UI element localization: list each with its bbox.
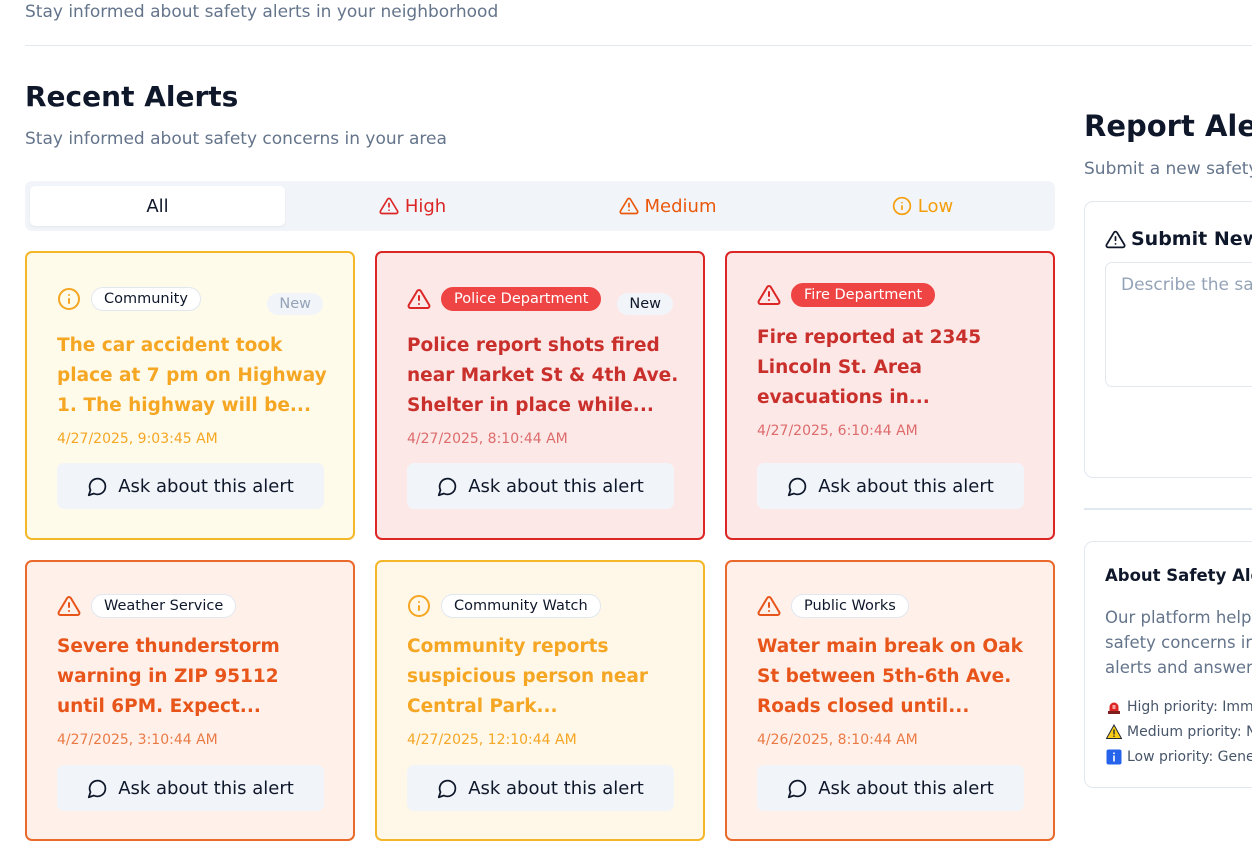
priority-legend-label: High priority: Imme <box>1127 698 1252 715</box>
alert-card: Weather Service Severe thunderstorm warn… <box>25 560 355 841</box>
alert-description-placeholder: Describe the safe <box>1121 275 1252 295</box>
alert-timestamp: 4/27/2025, 12:10:44 AM <box>407 732 577 748</box>
priority-legend-label: Low priority: Gene <box>1127 748 1252 765</box>
alert-text: Severe thunderstorm warning in ZIP 95112… <box>57 636 280 717</box>
about-description: Our platform helps safety concerns in t … <box>1105 605 1252 680</box>
warning-triangle-icon <box>618 197 639 215</box>
submit-alert-card: Submit New S Describe the safe <box>1084 201 1252 478</box>
alert-card: Police Department New Police report shot… <box>375 251 705 540</box>
info-box-icon <box>1105 748 1122 765</box>
page-subtitle: Stay informed about safety alerts in you… <box>25 2 499 22</box>
chat-bubble-icon <box>788 477 807 496</box>
tab-label: High <box>404 195 447 217</box>
alert-timestamp: 4/27/2025, 3:10:44 AM <box>57 732 218 748</box>
priority-legend-high: High priority: Imme <box>1105 698 1252 715</box>
ask-alert-button[interactable]: Ask about this alert <box>407 463 674 509</box>
about-line: Our platform helps <box>1105 608 1252 627</box>
ask-alert-button[interactable]: Ask about this alert <box>757 765 1024 811</box>
ask-button-label: Ask about this alert <box>118 475 294 497</box>
warning-sign-icon <box>1105 723 1122 740</box>
chat-bubble-icon <box>88 779 107 798</box>
info-circle-icon <box>892 196 911 216</box>
info-circle-icon <box>58 288 80 310</box>
about-line: alerts and answer q <box>1105 658 1252 677</box>
report-title: Report Alert <box>1084 109 1252 143</box>
ask-button-label: Ask about this alert <box>468 475 644 497</box>
source-badge: Public Works <box>791 594 909 618</box>
about-title: About Safety Alert <box>1105 566 1252 585</box>
alert-card: Community New The car accident took plac… <box>25 251 355 540</box>
priority-tabs: All High Medium Low <box>25 181 1055 231</box>
ask-alert-button[interactable]: Ask about this alert <box>57 463 324 509</box>
warning-triangle-icon <box>379 197 399 215</box>
submit-form-title-text: Submit New S <box>1131 228 1252 250</box>
right-divider <box>1084 508 1252 510</box>
priority-legend-low: Low priority: Gene <box>1105 748 1252 765</box>
warning-triangle-icon <box>757 595 781 616</box>
chat-bubble-icon <box>788 779 807 798</box>
warning-triangle-icon <box>407 288 431 309</box>
alert-timestamp: 4/27/2025, 9:03:45 AM <box>57 431 218 447</box>
ask-button-label: Ask about this alert <box>468 777 644 799</box>
source-badge: Fire Department <box>791 283 936 307</box>
tab-low[interactable]: Low <box>795 186 1050 226</box>
top-divider <box>25 45 1252 46</box>
alert-text: Community reports suspicious person near… <box>407 636 648 717</box>
alert-text: Water main break on Oak St between 5th-6… <box>757 636 1023 717</box>
new-badge: New <box>617 293 673 315</box>
about-card: About Safety Alert Our platform helps sa… <box>1084 541 1252 788</box>
source-badge: Community <box>91 287 201 311</box>
chat-bubble-icon <box>438 779 457 798</box>
about-line: safety concerns in t <box>1105 633 1252 652</box>
alert-text: Police report shots fired near Market St… <box>407 335 679 416</box>
new-badge: New <box>267 293 323 315</box>
alert-text: Fire reported at 2345 Lincoln St. Area e… <box>757 327 982 408</box>
alerts-title: Recent Alerts <box>25 80 239 113</box>
ask-alert-button[interactable]: Ask about this alert <box>57 765 324 811</box>
info-circle-icon <box>408 595 430 617</box>
alert-description-input[interactable]: Describe the safe <box>1105 262 1252 387</box>
alert-timestamp: 4/27/2025, 8:10:44 AM <box>407 431 568 447</box>
ask-button-label: Ask about this alert <box>818 475 994 497</box>
alert-text: The car accident took place at 7 pm on H… <box>57 335 327 416</box>
report-subtitle: Submit a new safety c <box>1084 159 1252 179</box>
priority-legend-medium: Medium priority: N <box>1105 723 1252 740</box>
ask-alert-button[interactable]: Ask about this alert <box>407 765 674 811</box>
siren-icon <box>1105 698 1122 715</box>
alert-card: Community Watch Community reports suspic… <box>375 560 705 841</box>
warning-triangle-icon <box>757 284 781 305</box>
tab-high[interactable]: High <box>285 186 540 226</box>
tab-label: All <box>146 195 169 217</box>
tab-label: Low <box>917 195 954 217</box>
ask-button-label: Ask about this alert <box>818 777 994 799</box>
chat-bubble-icon <box>88 477 107 496</box>
alert-card: Public Works Water main break on Oak St … <box>725 560 1055 841</box>
alert-card: Fire Department Fire reported at 2345 Li… <box>725 251 1055 540</box>
ask-button-label: Ask about this alert <box>118 777 294 799</box>
alerts-subtitle: Stay informed about safety concerns in y… <box>25 129 447 149</box>
priority-legend-label: Medium priority: N <box>1127 723 1252 740</box>
source-badge: Police Department <box>441 287 602 311</box>
warning-triangle-icon <box>1105 230 1126 248</box>
tab-medium[interactable]: Medium <box>540 186 795 226</box>
source-badge: Community Watch <box>441 594 601 618</box>
warning-triangle-icon <box>57 595 81 616</box>
chat-bubble-icon <box>438 477 457 496</box>
submit-form-title: Submit New S <box>1105 228 1252 250</box>
alert-timestamp: 4/27/2025, 6:10:44 AM <box>757 423 918 439</box>
source-badge: Weather Service <box>91 594 237 618</box>
ask-alert-button[interactable]: Ask about this alert <box>757 463 1024 509</box>
tab-all[interactable]: All <box>30 186 285 226</box>
tab-label: Medium <box>644 195 717 217</box>
alert-timestamp: 4/26/2025, 8:10:44 AM <box>757 732 918 748</box>
